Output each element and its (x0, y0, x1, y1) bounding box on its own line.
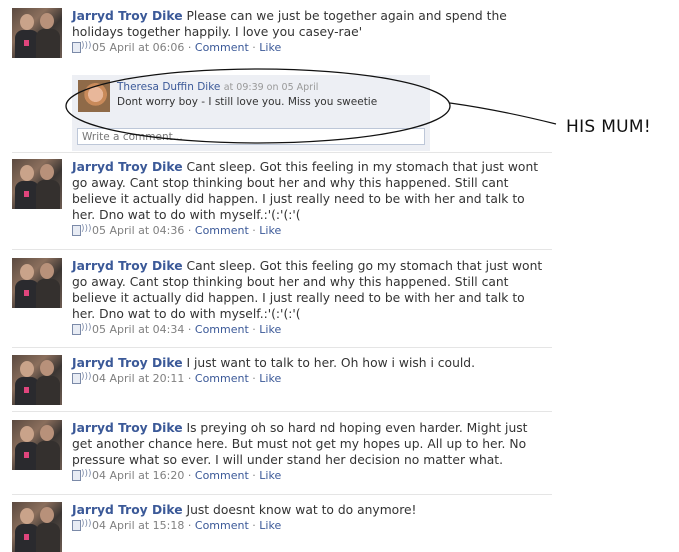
post-author[interactable]: Jarryd Troy Dike (72, 356, 183, 370)
post-meta: ))) 04 April at 20:11 · Comment · Like (72, 372, 548, 386)
avatar[interactable] (12, 258, 62, 308)
meta-separator: · (248, 469, 260, 482)
post-text-line: Jarryd Troy Dike Just doesnt know wat to… (72, 502, 548, 518)
post-timestamp[interactable]: 04 April at 15:18 (92, 519, 184, 532)
comment-link[interactable]: Comment (195, 469, 249, 482)
post-divider (12, 249, 552, 250)
mobile-post-icon: ))) (72, 372, 92, 384)
comment-timestamp: at 09:39 on 05 April (223, 82, 319, 93)
annotation-label: HIS MUM! (566, 117, 651, 137)
comment-link[interactable]: Comment (195, 41, 249, 54)
post-divider (12, 347, 552, 348)
meta-separator: · (248, 41, 260, 54)
post-divider (12, 494, 552, 495)
comment-link[interactable]: Comment (195, 323, 249, 336)
post-author[interactable]: Jarryd Troy Dike (72, 259, 183, 273)
comment-thread: Theresa Duffin Dike at 09:39 on 05 April… (72, 75, 430, 151)
post-meta: ))) 04 April at 16:20 · Comment · Like (72, 469, 548, 483)
comment-author[interactable]: Theresa Duffin Dike (117, 81, 220, 93)
commenter-avatar[interactable] (78, 80, 110, 112)
post-meta: ))) 04 April at 15:18 · Comment · Like (72, 519, 548, 533)
post-meta: ))) 05 April at 04:36 · Comment · Like (72, 224, 548, 238)
like-link[interactable]: Like (259, 224, 281, 237)
post-divider (12, 411, 552, 412)
mobile-post-icon: ))) (72, 469, 92, 481)
mobile-post-icon: ))) (72, 224, 92, 236)
post-timestamp[interactable]: 05 April at 06:06 (92, 41, 184, 54)
avatar[interactable] (12, 355, 62, 405)
mobile-post-icon: ))) (72, 519, 92, 531)
like-link[interactable]: Like (259, 41, 281, 54)
like-link[interactable]: Like (259, 372, 281, 385)
write-comment-input[interactable]: Write a comment... (77, 128, 425, 145)
post-timestamp[interactable]: 04 April at 20:11 (92, 372, 184, 385)
avatar[interactable] (12, 502, 62, 552)
comment-link[interactable]: Comment (195, 519, 249, 532)
post-text-line: Jarryd Troy Dike Cant sleep. Got this fe… (72, 258, 548, 322)
mobile-post-icon: ))) (72, 41, 92, 53)
meta-separator: · (184, 372, 195, 385)
comment-link[interactable]: Comment (195, 372, 249, 385)
post-text-line: Jarryd Troy Dike I just want to talk to … (72, 355, 548, 371)
post-author[interactable]: Jarryd Troy Dike (72, 421, 183, 435)
post-text-line: Jarryd Troy Dike Is preying oh so hard n… (72, 420, 548, 468)
avatar[interactable] (12, 159, 62, 209)
meta-separator: · (184, 469, 195, 482)
meta-separator: · (184, 323, 195, 336)
post-divider (12, 152, 552, 153)
post-text: Just doesnt know wat to do anymore! (186, 503, 417, 517)
meta-separator: · (184, 224, 195, 237)
post-text-line: Jarryd Troy Dike Please can we just be t… (72, 8, 548, 40)
comment-link[interactable]: Comment (195, 224, 249, 237)
post-timestamp[interactable]: 05 April at 04:36 (92, 224, 184, 237)
avatar[interactable] (12, 8, 62, 58)
post-author[interactable]: Jarryd Troy Dike (72, 9, 183, 23)
meta-separator: · (248, 323, 260, 336)
mobile-post-icon: ))) (72, 323, 92, 335)
comment: Theresa Duffin Dike at 09:39 on 05 April… (117, 80, 377, 110)
post-timestamp[interactable]: 05 April at 04:34 (92, 323, 184, 336)
meta-separator: · (184, 41, 195, 54)
avatar[interactable] (12, 420, 62, 470)
post-text-line: Jarryd Troy Dike Cant sleep. Got this fe… (72, 159, 548, 223)
post-author[interactable]: Jarryd Troy Dike (72, 503, 183, 517)
post-meta: ))) 05 April at 04:34 · Comment · Like (72, 323, 548, 337)
post-text: I just want to talk to her. Oh how i wis… (186, 356, 476, 370)
comment-text: Dont worry boy - I still love you. Miss … (117, 96, 378, 108)
meta-separator: · (184, 519, 195, 532)
meta-separator: · (248, 372, 260, 385)
like-link[interactable]: Like (259, 469, 281, 482)
annotation-pointer-line (449, 102, 557, 125)
post-author[interactable]: Jarryd Troy Dike (72, 160, 183, 174)
post-timestamp[interactable]: 04 April at 16:20 (92, 469, 184, 482)
like-link[interactable]: Like (259, 323, 281, 336)
meta-separator: · (248, 224, 260, 237)
meta-separator: · (248, 519, 260, 532)
like-link[interactable]: Like (259, 519, 281, 532)
post-meta: ))) 05 April at 06:06 · Comment · Like (72, 41, 548, 55)
